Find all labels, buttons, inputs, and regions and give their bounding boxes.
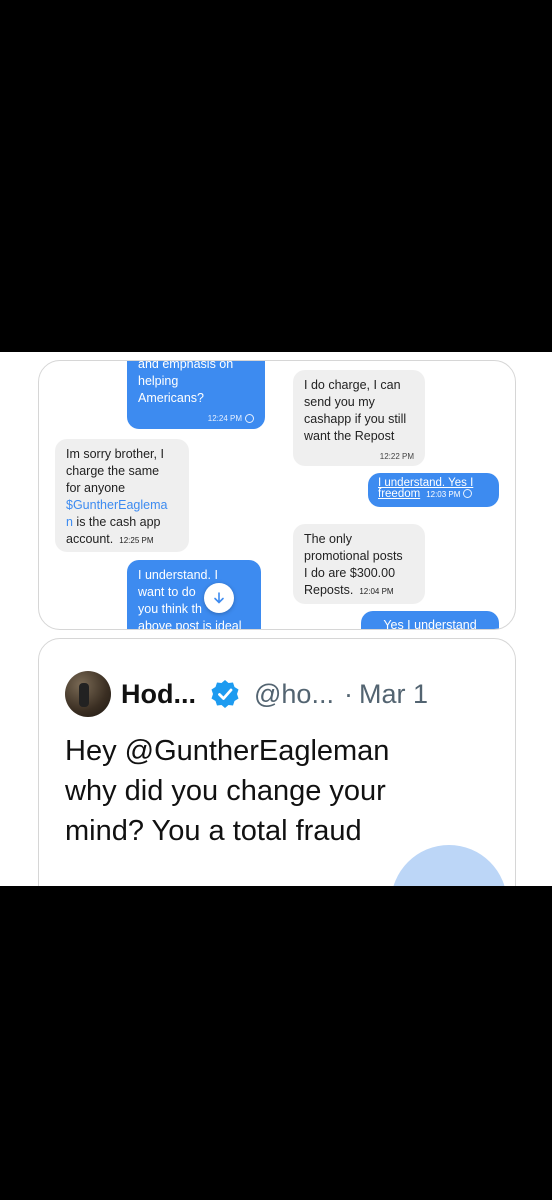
tweet-text-line: Hey @GuntherEagleman xyxy=(65,735,390,767)
message-line: for anyone xyxy=(66,481,126,495)
message-bubble-outgoing: Yes I understand xyxy=(361,611,499,630)
message-line: freedom 12:03 PM xyxy=(378,488,489,500)
post-date[interactable]: Mar 1 xyxy=(359,679,428,710)
tweet-text-line: mind? You a total fraud xyxy=(65,815,362,847)
tweet-text-line: why did you change your xyxy=(65,775,386,807)
message-line: helping xyxy=(138,374,179,388)
message-bubble-incoming: Im sorry brother, I charge the same for … xyxy=(55,439,189,552)
message-time: 12:22 PM xyxy=(379,452,414,461)
message-line: Yes I understand xyxy=(383,618,477,630)
read-check-icon xyxy=(245,414,254,424)
message-line: Im sorry brother, I xyxy=(66,447,164,461)
arrow-down-icon xyxy=(214,592,224,604)
tweet-header: Hod... @ho... · Mar 1 xyxy=(65,669,428,719)
chat-screenshot-card: and emphasis on helping Americans? 12:24… xyxy=(38,360,516,630)
message-bubble-incoming: The only promotional posts I do are $300… xyxy=(293,524,425,604)
message-time: 12:25 PM xyxy=(119,536,154,545)
cashapp-link-end[interactable]: n xyxy=(66,515,73,529)
message-line: I understand. I xyxy=(138,568,218,582)
tweet-text: Hey @GuntherEagleman why did you change … xyxy=(65,731,485,851)
message-line: promotional posts xyxy=(304,549,403,563)
message-line: I do are $300.00 xyxy=(304,566,396,580)
avatar[interactable] xyxy=(65,671,111,717)
tweet-card[interactable]: Hod... @ho... · Mar 1 Hey @GuntherEaglem… xyxy=(38,638,516,886)
message-line: you think th xyxy=(138,602,202,616)
message-line: Reposts. 12:04 PM xyxy=(304,583,394,597)
message-line: and emphasis on xyxy=(138,360,234,371)
message-line: account. 12:25 PM xyxy=(66,532,154,546)
message-line: I do charge, I can xyxy=(304,378,401,392)
message-line: want the Repost xyxy=(304,429,395,443)
message-line: send you my xyxy=(304,395,375,409)
message-line: cashapp if you still xyxy=(304,412,407,426)
verified-badge-icon xyxy=(211,680,239,708)
message-bubble-outgoing: I understand. Yes I freedom 12:03 PM xyxy=(368,473,499,507)
floating-action-button[interactable] xyxy=(391,845,507,886)
message-line: above post is ideal xyxy=(138,619,242,630)
message-line: charge the same xyxy=(66,464,160,478)
read-check-icon xyxy=(463,489,473,499)
message-bubble-outgoing: and emphasis on helping Americans? 12:24… xyxy=(127,360,265,429)
message-bubble-incoming: I do charge, I can send you my cashapp i… xyxy=(293,370,425,466)
scroll-down-button[interactable] xyxy=(204,583,234,613)
user-handle[interactable]: @ho... xyxy=(254,679,334,710)
separator-dot: · xyxy=(343,678,353,709)
message-line: Americans? xyxy=(138,391,204,405)
message-time: 12:24 PM xyxy=(138,410,254,427)
message-line: n is the cash app xyxy=(66,515,161,529)
display-name[interactable]: Hod... xyxy=(121,679,196,710)
message-time: 12:04 PM xyxy=(359,587,394,596)
message-line: The only xyxy=(304,532,352,546)
screenshot-collage: and emphasis on helping Americans? 12:24… xyxy=(0,352,552,886)
cashapp-link[interactable]: $GuntherEaglema xyxy=(66,497,178,514)
message-bubble-outgoing: I understand. I want to do you think th … xyxy=(127,560,261,630)
